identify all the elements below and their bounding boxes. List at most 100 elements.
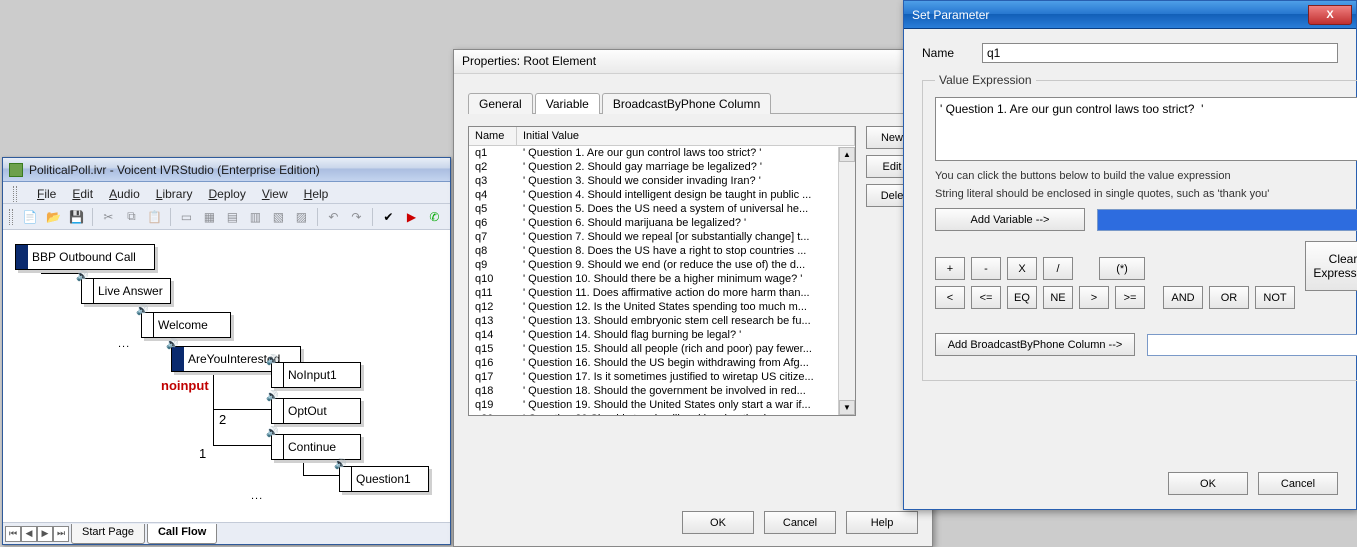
name-input[interactable] (982, 43, 1338, 63)
op-lt-button[interactable]: < (935, 286, 965, 309)
table-row[interactable]: q17' Question 17. Is it sometimes justif… (469, 370, 855, 384)
param-titlebar[interactable]: Set Parameter X (904, 1, 1356, 29)
tool1-icon[interactable]: ▭ (177, 207, 196, 227)
tool5-icon[interactable]: ▧ (269, 207, 288, 227)
tab-broadcast-column[interactable]: BroadcastByPhone Column (602, 93, 771, 114)
variable-dropdown[interactable]: ▼ (1097, 209, 1357, 231)
table-row[interactable]: q2' Question 2. Should gay marriage be l… (469, 160, 855, 174)
table-row[interactable]: q18' Question 18. Should the government … (469, 384, 855, 398)
add-variable-button[interactable]: Add Variable --> (935, 208, 1085, 231)
table-row[interactable]: q20' Question 20 Should stopping illegal… (469, 412, 855, 416)
menu-help[interactable]: Help (304, 187, 329, 201)
tab-call-flow[interactable]: Call Flow (147, 524, 217, 544)
table-row[interactable]: q8' Question 8. Does the US have a right… (469, 244, 855, 258)
help-button[interactable]: Help (846, 511, 918, 534)
table-row[interactable]: q1' Question 1. Are our gun control laws… (469, 146, 855, 160)
table-row[interactable]: q16' Question 16. Should the US begin wi… (469, 356, 855, 370)
op-not-button[interactable]: NOT (1255, 286, 1295, 309)
op-ge-button[interactable]: >= (1115, 286, 1145, 309)
tab-variable[interactable]: Variable (535, 93, 600, 114)
tab-nav-next-icon[interactable]: ▶ (37, 526, 53, 542)
op-div-button[interactable]: / (1043, 257, 1073, 280)
node-live-answer[interactable]: 🔊 Live Answer (81, 278, 171, 304)
op-or-button[interactable]: OR (1209, 286, 1249, 309)
menu-deploy[interactable]: Deploy (208, 187, 245, 201)
var-value-cell: ' Question 17. Is it sometimes justified… (517, 370, 855, 384)
table-row[interactable]: q4' Question 4. Should intelligent desig… (469, 188, 855, 202)
new-file-icon[interactable]: 📄 (21, 207, 40, 227)
var-value-cell: ' Question 11. Does affirmative action d… (517, 286, 855, 300)
menu-audio[interactable]: Audio (109, 187, 140, 201)
col-name[interactable]: Name (469, 127, 517, 145)
tab-general[interactable]: General (468, 93, 533, 114)
op-and-button[interactable]: AND (1163, 286, 1203, 309)
scrollbar[interactable] (838, 147, 855, 415)
cancel-button[interactable]: Cancel (764, 511, 836, 534)
table-row[interactable]: q6' Question 6. Should marijuana be lega… (469, 216, 855, 230)
table-row[interactable]: q11' Question 11. Does affirmative actio… (469, 286, 855, 300)
main-titlebar[interactable]: PoliticalPoll.ivr - Voicent IVRStudio (E… (3, 158, 450, 182)
add-column-button[interactable]: Add BroadcastByPhone Column --> (935, 333, 1135, 356)
menu-view[interactable]: View (262, 187, 288, 201)
op-gt-button[interactable]: > (1079, 286, 1109, 309)
tab-nav-last-icon[interactable]: ⏭ (53, 526, 69, 542)
table-row[interactable]: q15' Question 15. Should all people (ric… (469, 342, 855, 356)
variable-list[interactable]: Name Initial Value q1' Question 1. Are o… (468, 126, 856, 416)
node-noinput1[interactable]: 🔊 NoInput1 (271, 362, 361, 388)
node-continue[interactable]: 🔊 Continue (271, 434, 361, 460)
var-name-cell: q1 (469, 146, 517, 160)
op-le-button[interactable]: <= (971, 286, 1001, 309)
op-plus-button[interactable]: + (935, 257, 965, 280)
ok-button[interactable]: OK (682, 511, 754, 534)
node-root[interactable]: BBP Outbound Call (15, 244, 155, 270)
tool4-icon[interactable]: ▥ (246, 207, 265, 227)
table-row[interactable]: q9' Question 9. Should we end (or reduce… (469, 258, 855, 272)
callflow-canvas[interactable]: ... ... BBP Outbound Call 🔊 Live Answer … (3, 230, 450, 522)
save-icon[interactable]: 💾 (67, 207, 86, 227)
cut-icon[interactable]: ✂ (99, 207, 118, 227)
table-row[interactable]: q10' Question 10. Should there be a high… (469, 272, 855, 286)
op-paren-button[interactable]: (*) (1099, 257, 1145, 280)
ok-button[interactable]: OK (1168, 472, 1248, 495)
tab-start-page[interactable]: Start Page (71, 524, 145, 544)
tool3-icon[interactable]: ▤ (223, 207, 242, 227)
run-icon[interactable]: ▶ (402, 207, 421, 227)
expression-input[interactable]: ' Question 1. Are our gun control laws t… (935, 97, 1357, 161)
op-eq-button[interactable]: EQ (1007, 286, 1037, 309)
menu-edit[interactable]: Edit (72, 187, 93, 201)
clear-expression-button[interactable]: Clear Expression (1305, 241, 1357, 291)
var-value-cell: ' Question 4. Should intelligent design … (517, 188, 855, 202)
var-name-cell: q13 (469, 314, 517, 328)
redo-icon[interactable]: ↷ (347, 207, 366, 227)
table-row[interactable]: q5' Question 5. Does the US need a syste… (469, 202, 855, 216)
col-initial-value[interactable]: Initial Value (517, 127, 855, 145)
node-welcome[interactable]: 🔊 Welcome (141, 312, 231, 338)
close-icon[interactable]: X (1308, 5, 1352, 25)
table-row[interactable]: q13' Question 13. Should embryonic stem … (469, 314, 855, 328)
table-row[interactable]: q14' Question 14. Should flag burning be… (469, 328, 855, 342)
validate-icon[interactable]: ✔ (379, 207, 398, 227)
tab-nav-first-icon[interactable]: ⏮ (5, 526, 21, 542)
op-mul-button[interactable]: X (1007, 257, 1037, 280)
phone-icon[interactable]: ✆ (425, 207, 444, 227)
tool2-icon[interactable]: ▦ (200, 207, 219, 227)
menu-file[interactable]: File (37, 187, 56, 201)
tool6-icon[interactable]: ▨ (292, 207, 311, 227)
separator-icon (92, 208, 93, 226)
tab-nav-prev-icon[interactable]: ◀ (21, 526, 37, 542)
undo-icon[interactable]: ↶ (324, 207, 343, 227)
cancel-button[interactable]: Cancel (1258, 472, 1338, 495)
op-minus-button[interactable]: - (971, 257, 1001, 280)
table-row[interactable]: q7' Question 7. Should we repeal [or sub… (469, 230, 855, 244)
node-optout[interactable]: 🔊 OptOut (271, 398, 361, 424)
column-dropdown[interactable]: ▼ (1147, 334, 1357, 356)
table-row[interactable]: q12' Question 12. Is the United States s… (469, 300, 855, 314)
table-row[interactable]: q3' Question 3. Should we consider invad… (469, 174, 855, 188)
copy-icon[interactable]: ⧉ (122, 207, 141, 227)
node-question1[interactable]: 🔊 Question1 (339, 466, 429, 492)
open-file-icon[interactable]: 📂 (44, 207, 63, 227)
menu-library[interactable]: Library (156, 187, 193, 201)
paste-icon[interactable]: 📋 (145, 207, 164, 227)
table-row[interactable]: q19' Question 19. Should the United Stat… (469, 398, 855, 412)
op-ne-button[interactable]: NE (1043, 286, 1073, 309)
